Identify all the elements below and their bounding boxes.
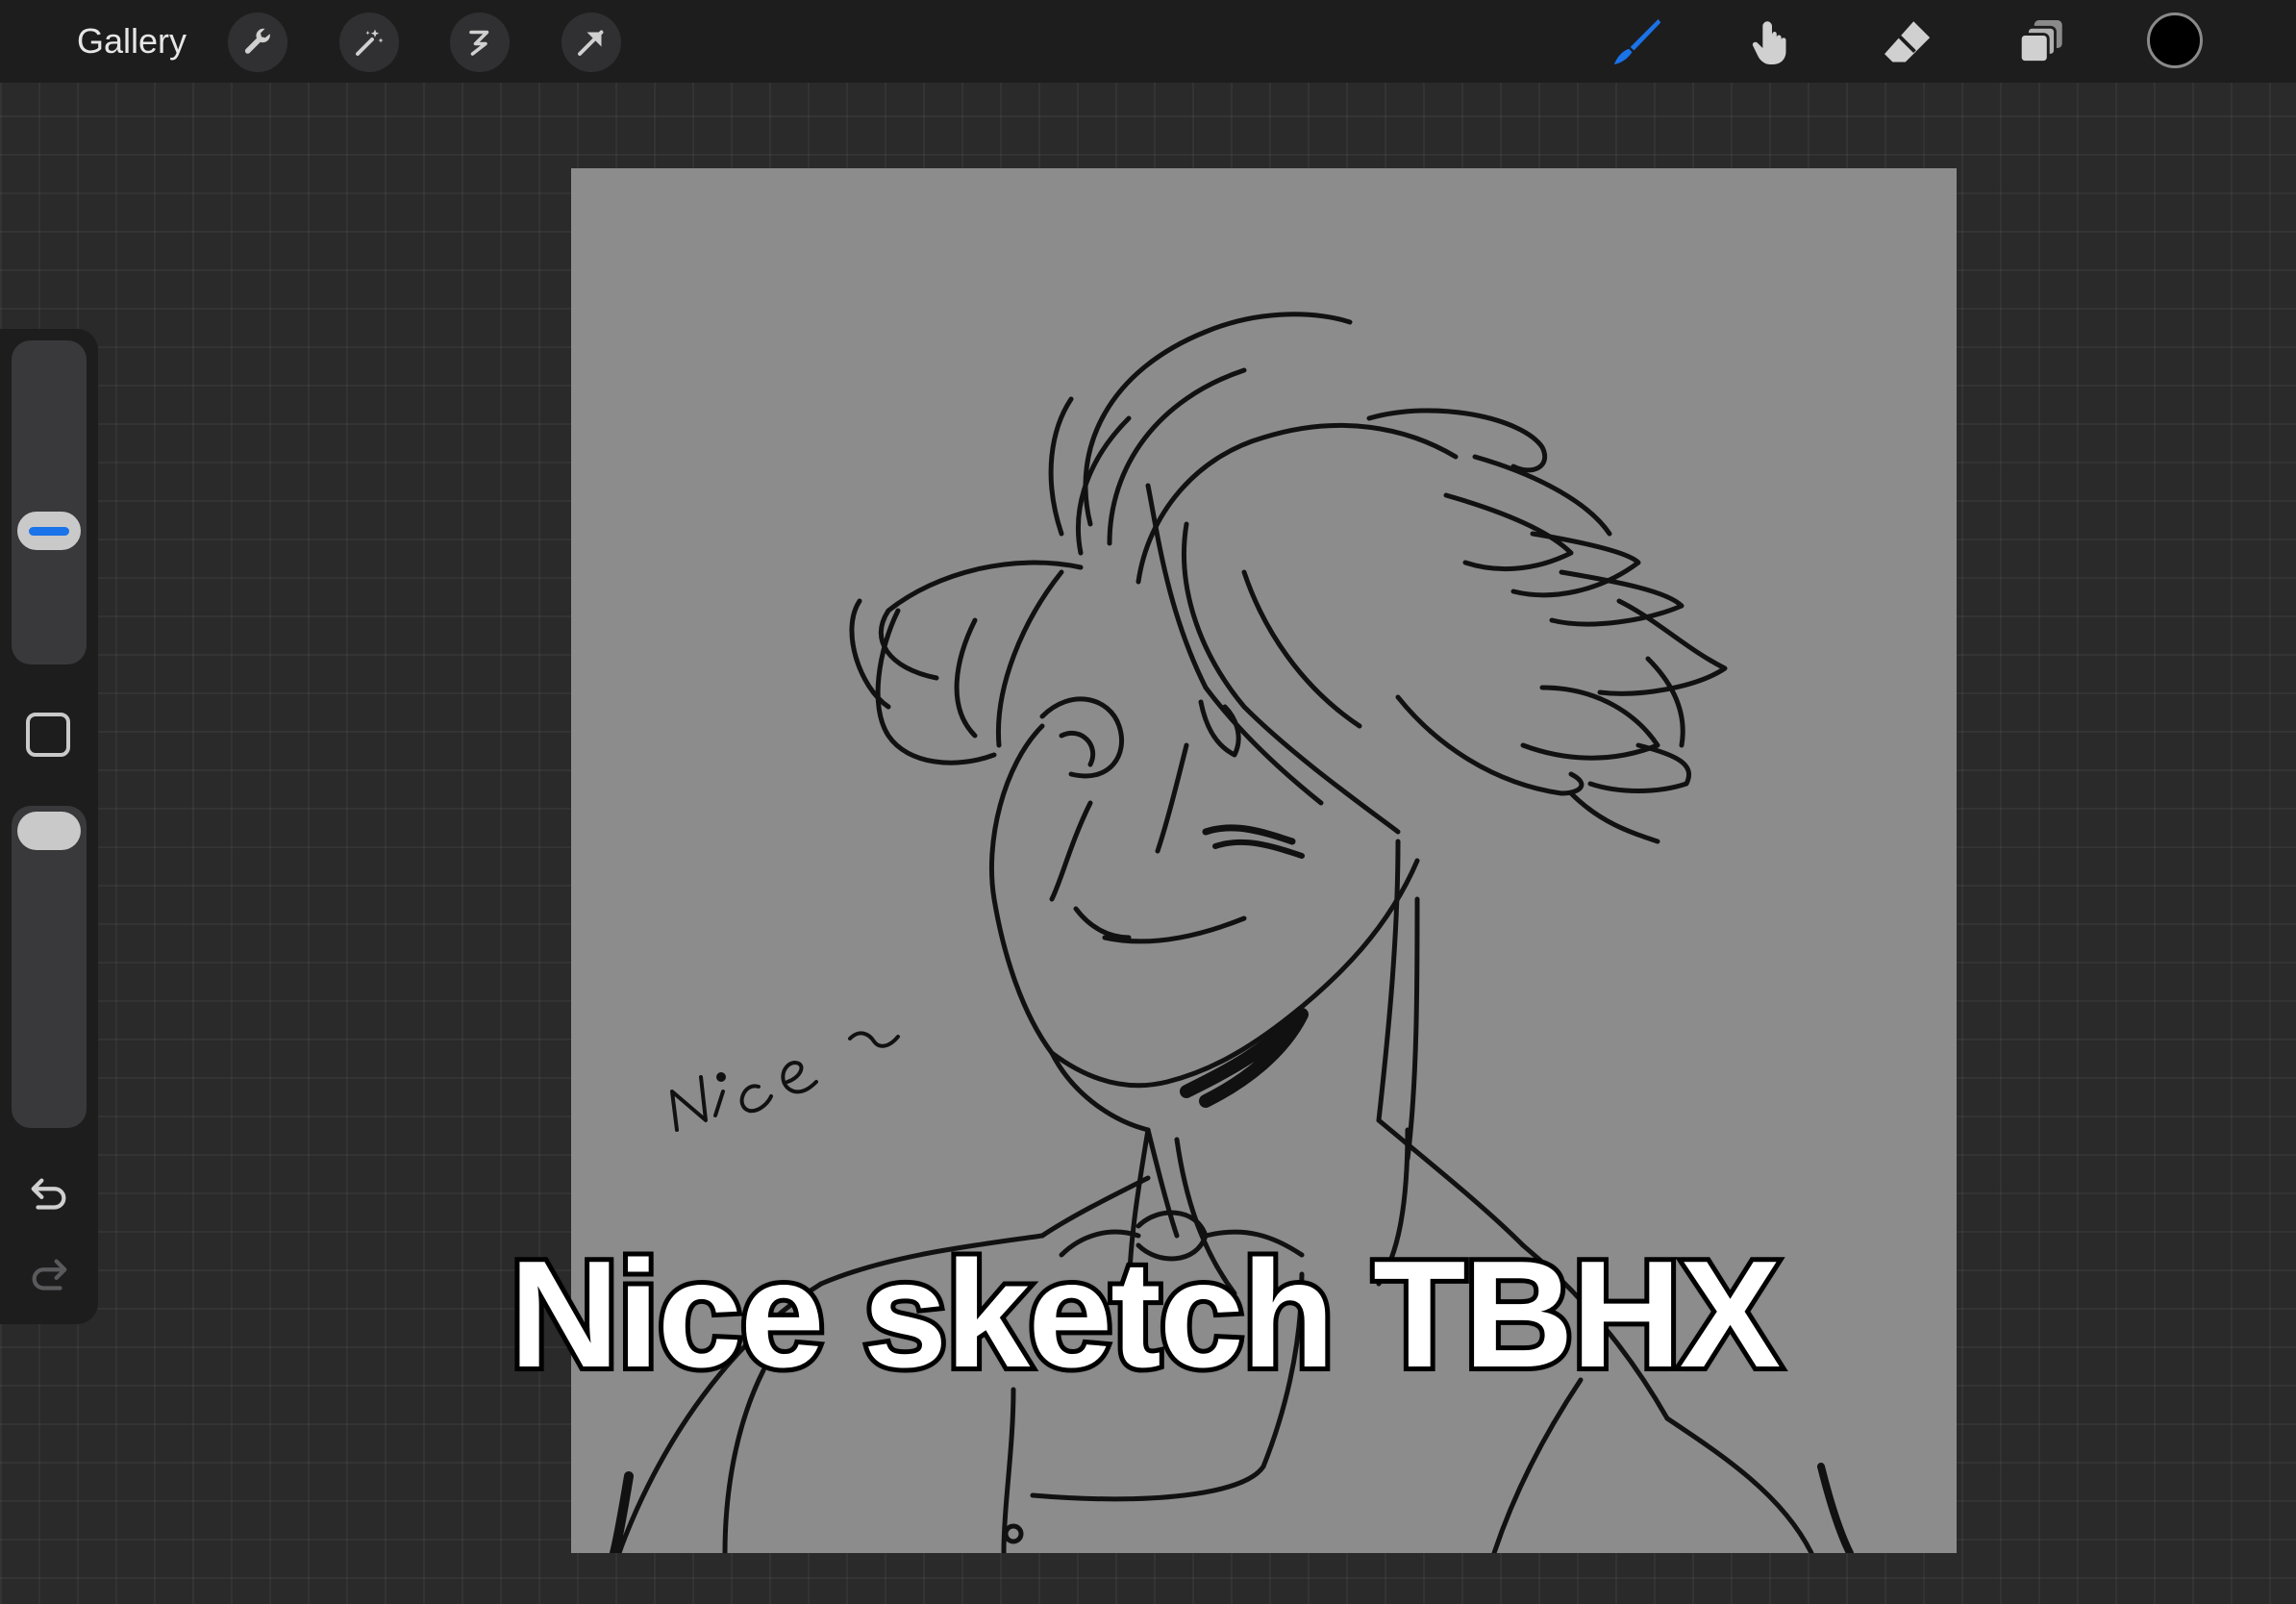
redo-button[interactable] bbox=[23, 1250, 75, 1302]
top-toolbar: Gallery bbox=[0, 0, 2296, 83]
selection-icon bbox=[469, 30, 489, 56]
actions-button[interactable] bbox=[228, 13, 287, 72]
smudge-button[interactable] bbox=[1742, 13, 1802, 72]
adjustments-button[interactable] bbox=[339, 13, 399, 72]
eraser-icon bbox=[1884, 21, 1931, 63]
color-picker-button[interactable] bbox=[2147, 13, 2203, 68]
undo-icon bbox=[31, 1178, 66, 1210]
eraser-button[interactable] bbox=[1877, 13, 1936, 72]
modify-button[interactable] bbox=[26, 713, 70, 757]
undo-button[interactable] bbox=[23, 1169, 75, 1221]
brush-size-slider[interactable] bbox=[12, 340, 87, 664]
gallery-button[interactable]: Gallery bbox=[77, 19, 187, 63]
smudge-icon bbox=[1752, 21, 1786, 64]
transform-arrow-icon bbox=[578, 30, 604, 56]
opacity-slider[interactable] bbox=[12, 806, 87, 1128]
magic-wand-icon bbox=[356, 29, 384, 56]
transform-button[interactable] bbox=[562, 13, 621, 72]
redo-icon bbox=[32, 1259, 67, 1291]
brush-icon bbox=[1613, 18, 1661, 64]
left-sidebar bbox=[0, 329, 98, 1324]
layers-button[interactable] bbox=[2011, 13, 2071, 72]
brush-size-thumb[interactable] bbox=[17, 512, 81, 550]
video-caption: Nice sketch TBHX bbox=[505, 1228, 1785, 1401]
opacity-thumb[interactable] bbox=[17, 812, 81, 850]
layers-icon bbox=[2018, 20, 2062, 63]
wrench-icon bbox=[244, 28, 270, 54]
brush-button[interactable] bbox=[1608, 13, 1667, 72]
selection-button[interactable] bbox=[450, 13, 510, 72]
